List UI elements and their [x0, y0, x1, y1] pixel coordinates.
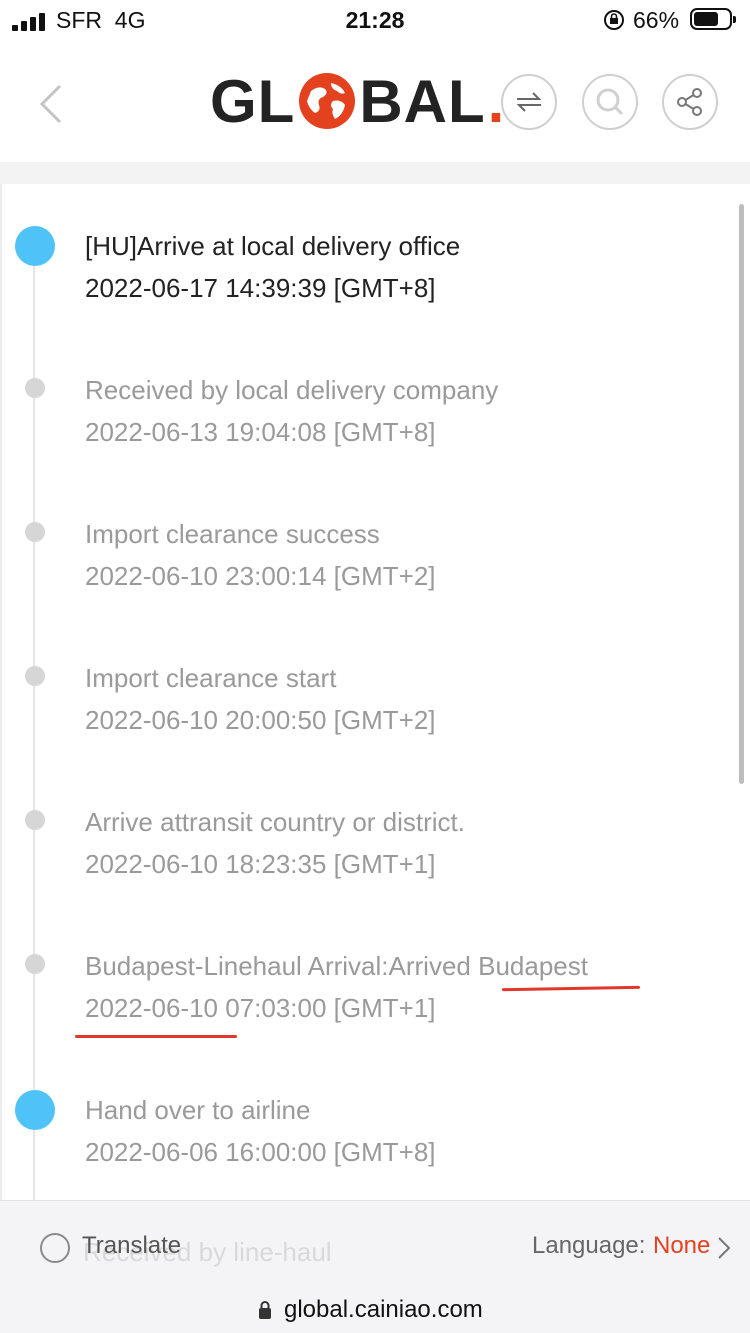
language-label[interactable]: Language:	[532, 1232, 645, 1260]
lock-icon	[259, 1301, 271, 1319]
status-dot-icon	[15, 1090, 55, 1130]
back-arrow-icon[interactable]	[30, 80, 70, 128]
logo-text-right: BAL	[359, 67, 486, 135]
event-time: 2022-06-10 23:00:14 [GMT+2]	[85, 561, 436, 591]
search-button[interactable]	[582, 74, 638, 130]
battery-percentage: 66%	[633, 7, 680, 33]
tracking-timeline[interactable]: [HU]Arrive at local delivery office 2022…	[0, 184, 750, 1200]
logo-text-left: GL	[210, 67, 296, 135]
translate-label[interactable]: Translate	[82, 1232, 181, 1260]
event-title: Arrive attransit country or district.	[85, 807, 465, 837]
swap-icon	[516, 92, 542, 112]
globe-logo-icon	[299, 73, 356, 129]
battery-icon	[690, 8, 736, 30]
browser-url-bar[interactable]: global.cainiao.com	[0, 1292, 750, 1333]
event-title: Hand over to airline	[85, 1095, 311, 1125]
url-text[interactable]: global.cainiao.com	[284, 1296, 483, 1324]
event-title: Import clearance success	[85, 519, 380, 549]
status-dot-icon	[25, 522, 45, 542]
status-dot-icon	[25, 954, 45, 974]
event-title: Budapest-Linehaul Arrival:Arrived Budape…	[85, 951, 588, 981]
event-time: 2022-06-06 16:00:00 [GMT+8]	[85, 1137, 436, 1167]
app-header: GL BAL .	[0, 44, 750, 162]
status-dot-icon	[25, 378, 45, 398]
timeline-event: Import clearance success 2022-06-10 23:0…	[2, 512, 742, 656]
timeline-event: Received by local delivery company 2022-…	[2, 368, 742, 512]
status-dot-icon	[15, 226, 55, 266]
header-divider	[0, 162, 750, 184]
event-time: 2022-06-10 07:03:00 [GMT+1]	[85, 993, 436, 1023]
event-time: 2022-06-10 18:23:35 [GMT+1]	[85, 849, 436, 879]
orientation-lock-icon	[604, 10, 624, 30]
event-time: 2022-06-17 14:39:39 [GMT+8]	[85, 273, 436, 303]
timeline-event: Budapest-Linehaul Arrival:Arrived Budape…	[2, 944, 742, 1088]
event-time: 2022-06-10 20:00:50 [GMT+2]	[85, 705, 436, 735]
global-logo: GL BAL .	[210, 66, 505, 136]
timeline-event: Import clearance start 2022-06-10 20:00:…	[2, 656, 742, 800]
translate-bar: Received by line-haul Translate Language…	[0, 1200, 750, 1293]
chevron-right-icon[interactable]	[716, 1235, 732, 1261]
annotation-underline	[75, 1035, 237, 1038]
language-value[interactable]: None	[653, 1232, 710, 1260]
swap-button[interactable]	[501, 74, 557, 130]
event-title: Received by local delivery company	[85, 375, 499, 405]
annotation-underline	[501, 985, 641, 992]
timeline-event: Hand over to airline 2022-06-06 16:00:00…	[2, 1088, 742, 1200]
status-dot-icon	[25, 666, 45, 686]
event-time: 2022-06-13 19:04:08 [GMT+8]	[85, 417, 436, 447]
share-icon	[677, 88, 702, 116]
timeline-event: Arrive attransit country or district. 20…	[2, 800, 742, 944]
share-button[interactable]	[662, 74, 718, 130]
event-title: [HU]Arrive at local delivery office	[85, 231, 461, 261]
event-title: Import clearance start	[85, 663, 337, 693]
translate-toggle[interactable]	[40, 1233, 70, 1263]
status-bar: SFR 4G 21:28 66%	[0, 0, 750, 44]
timeline-event: [HU]Arrive at local delivery office 2022…	[2, 224, 742, 368]
status-dot-icon	[25, 810, 45, 830]
search-icon	[596, 88, 624, 116]
